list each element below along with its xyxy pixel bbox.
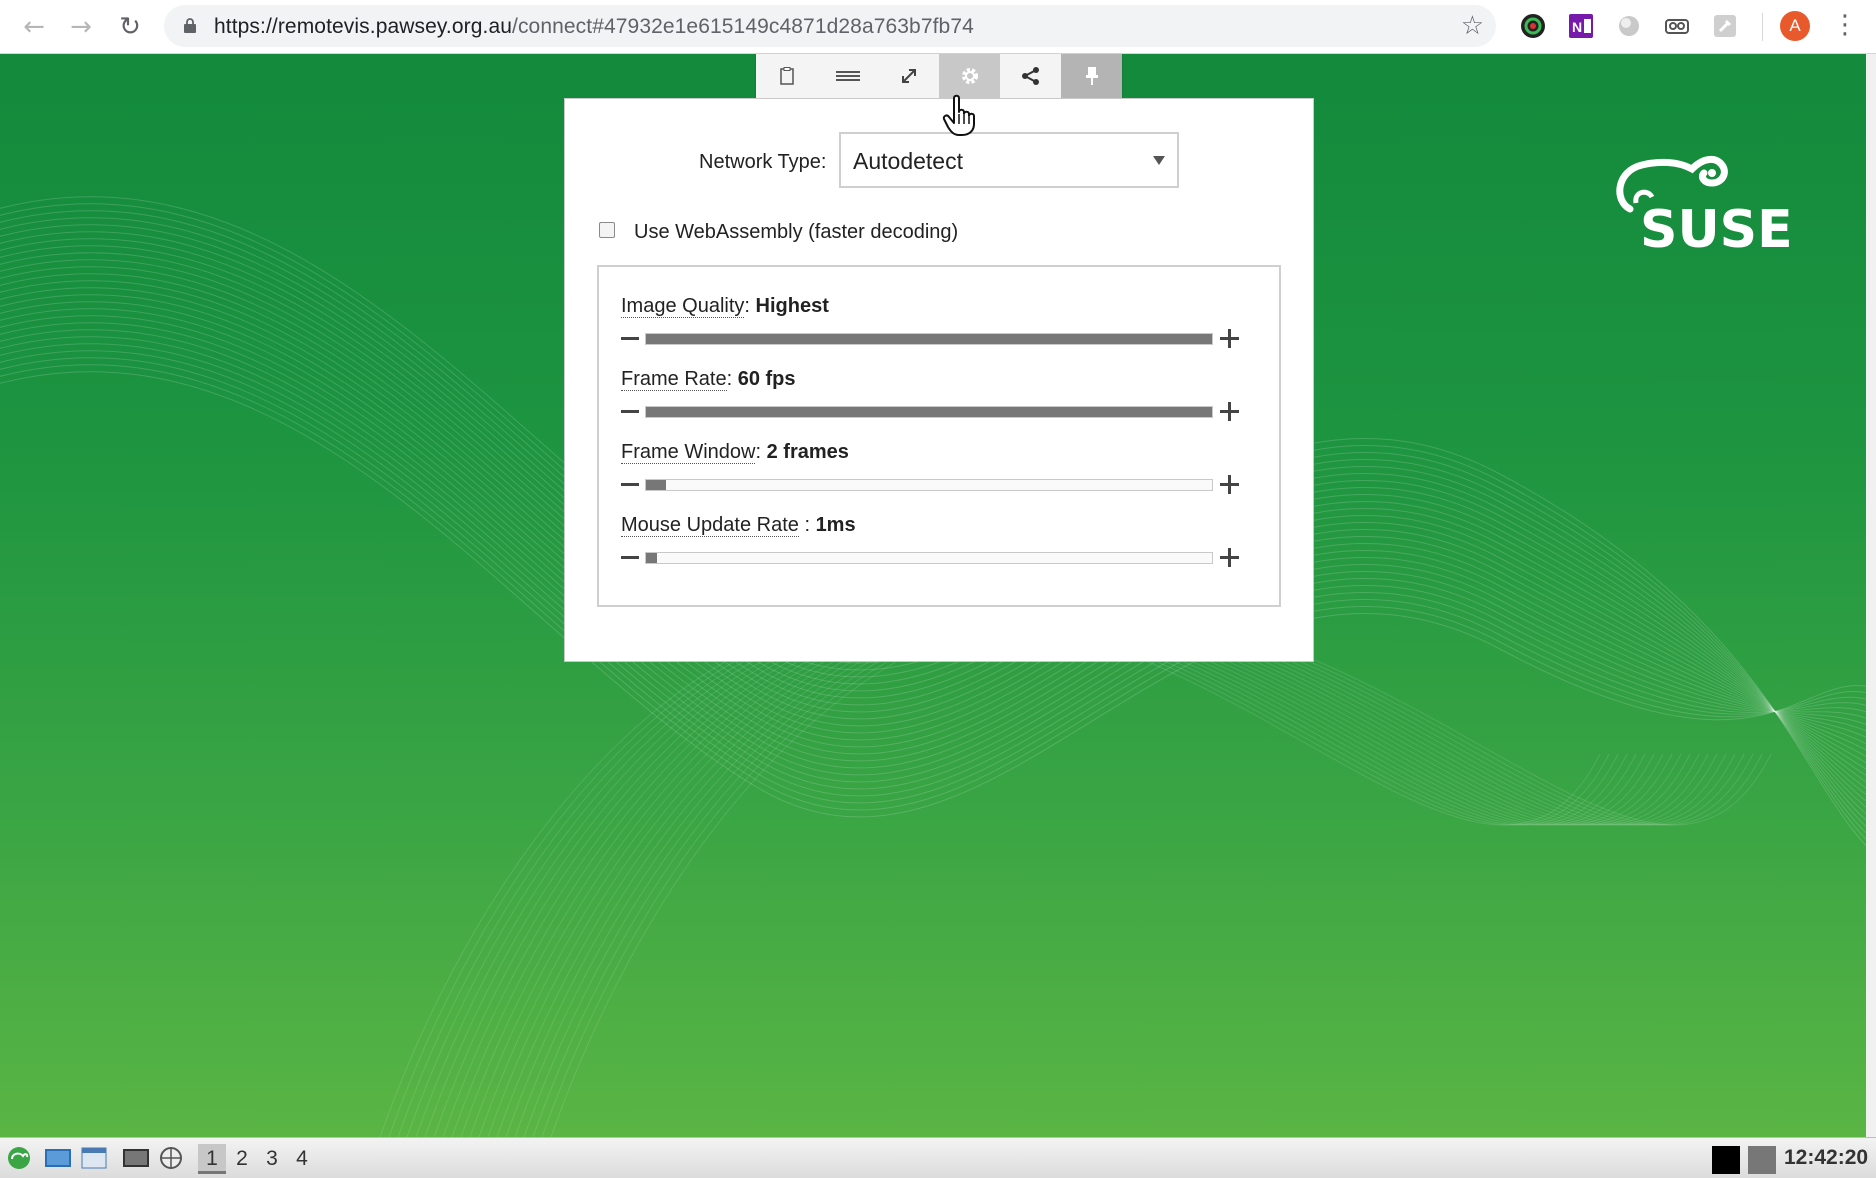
- image-quality-label: Image Quality: Highest: [621, 295, 829, 318]
- decrease-button[interactable]: [621, 410, 639, 413]
- frame-rate-slider-row: Frame Rate: 60 fps: [599, 368, 1279, 438]
- decrease-button[interactable]: [621, 337, 639, 340]
- frame-window-slider-row: Frame Window: 2 frames: [599, 441, 1279, 511]
- url-host: https://remotevis.pawsey.org.au: [214, 15, 513, 38]
- fullscreen-icon[interactable]: [878, 54, 939, 98]
- workspace-1-button[interactable]: 1: [198, 1144, 226, 1174]
- menu-lines-icon[interactable]: [817, 54, 878, 98]
- slider-value: Highest: [755, 295, 829, 317]
- slider-value: 1ms: [815, 514, 856, 536]
- taskbar: 1 2 3 4 12:42:20: [0, 1137, 1876, 1178]
- slider-value: 60 fps: [737, 368, 796, 390]
- webassembly-checkbox[interactable]: [599, 222, 615, 238]
- onenote-extension-icon[interactable]: N: [1567, 12, 1595, 40]
- slider-name: Image Quality: [621, 295, 745, 318]
- slider-separator: :: [744, 295, 756, 317]
- increase-button[interactable]: [1220, 329, 1239, 348]
- slider-fill: [646, 480, 666, 490]
- slider-name: Frame Rate: [621, 368, 727, 391]
- decrease-button[interactable]: [621, 483, 639, 486]
- network-type-select[interactable]: Autodetect: [839, 132, 1179, 188]
- desktop-icon[interactable]: [44, 1146, 71, 1170]
- url-path: /connect#47932e1e615149c4871d28a763b7fb7…: [512, 15, 974, 38]
- suse-logo: SUSE: [1616, 156, 1793, 251]
- menu-icon[interactable]: ⋮: [1832, 8, 1858, 44]
- frame-window-slider[interactable]: [645, 479, 1213, 491]
- frame-rate-label: Frame Rate: 60 fps: [621, 368, 796, 391]
- slider-value: 2 frames: [766, 441, 849, 463]
- forward-icon[interactable]: →: [64, 10, 98, 44]
- chevron-down-icon: [1153, 156, 1165, 165]
- network-type-value: Autodetect: [853, 148, 963, 174]
- address-bar[interactable]: https://remotevis.pawsey.org.au/connect#…: [164, 5, 1496, 47]
- workspace-3-button[interactable]: 3: [258, 1144, 286, 1174]
- workspace-4-button[interactable]: 4: [288, 1144, 316, 1174]
- profile-avatar[interactable]: A: [1780, 11, 1810, 41]
- suse-wordmark: SUSE: [1640, 200, 1793, 251]
- increase-button[interactable]: [1220, 475, 1239, 494]
- decrease-button[interactable]: [621, 556, 639, 559]
- svg-text:N: N: [1572, 19, 1582, 35]
- pin-extension-icon[interactable]: [1711, 12, 1739, 40]
- image-quality-slider-row: Image Quality: Highest: [599, 295, 1279, 365]
- browser-icon[interactable]: [158, 1146, 184, 1170]
- share-icon[interactable]: [1000, 54, 1061, 98]
- url-text[interactable]: https://remotevis.pawsey.org.au/connect#…: [214, 15, 974, 39]
- suse-menu-icon[interactable]: [6, 1146, 32, 1170]
- slider-separator: :: [726, 368, 738, 390]
- hand-cursor-icon: [942, 94, 975, 136]
- page-scroll-edge: [1866, 54, 1876, 1137]
- slider-separator: :: [755, 441, 767, 463]
- workspace-2-button[interactable]: 2: [228, 1144, 256, 1174]
- clipboard-icon[interactable]: [756, 54, 817, 98]
- slider-fill: [646, 407, 1212, 417]
- slider-name: Frame Window: [621, 441, 756, 464]
- terminal-icon[interactable]: [122, 1146, 149, 1170]
- quality-sliders-group: Image Quality: Highest Frame Rate: 60 fp…: [597, 265, 1281, 607]
- back-icon[interactable]: ←: [17, 10, 51, 44]
- camera-extension-icon[interactable]: [1519, 12, 1547, 40]
- frame-window-label: Frame Window: 2 frames: [621, 441, 849, 464]
- slider-separator: :: [798, 514, 816, 536]
- lock-icon: [184, 18, 196, 33]
- circle-extension-icon[interactable]: [1615, 12, 1643, 40]
- increase-button[interactable]: [1220, 548, 1239, 567]
- settings-panel: Network Type: Autodetect Use WebAssembly…: [564, 98, 1314, 662]
- tray-network-icon[interactable]: [1748, 1146, 1776, 1174]
- toolbar-divider: [1762, 13, 1763, 41]
- slider-fill: [646, 553, 658, 563]
- star-icon[interactable]: ☆: [1461, 11, 1484, 41]
- slider-fill: [646, 334, 1212, 344]
- reload-icon[interactable]: ↻: [113, 10, 147, 44]
- network-type-label: Network Type:: [699, 151, 827, 173]
- vr-extension-icon[interactable]: [1663, 12, 1691, 40]
- remote-toolbar: [756, 54, 1122, 98]
- file-manager-icon[interactable]: [80, 1146, 107, 1170]
- frame-rate-slider[interactable]: [645, 406, 1213, 418]
- slider-name: Mouse Update Rate: [621, 514, 799, 537]
- gear-icon[interactable]: [939, 54, 1000, 98]
- browser-toolbar: ← → ↻ https://remotevis.pawsey.org.au/co…: [0, 0, 1876, 54]
- mouse-update-rate-slider[interactable]: [645, 552, 1213, 564]
- clock: 12:42:20: [1784, 1146, 1869, 1169]
- image-quality-slider[interactable]: [645, 333, 1213, 345]
- mouse-update-rate-slider-row: Mouse Update Rate : 1ms: [599, 514, 1279, 584]
- increase-button[interactable]: [1220, 402, 1239, 421]
- pin-icon[interactable]: [1061, 54, 1122, 98]
- webassembly-label: Use WebAssembly (faster decoding): [634, 221, 959, 243]
- mouse-update-rate-label: Mouse Update Rate : 1ms: [621, 514, 856, 537]
- tray-display-icon[interactable]: [1712, 1146, 1740, 1174]
